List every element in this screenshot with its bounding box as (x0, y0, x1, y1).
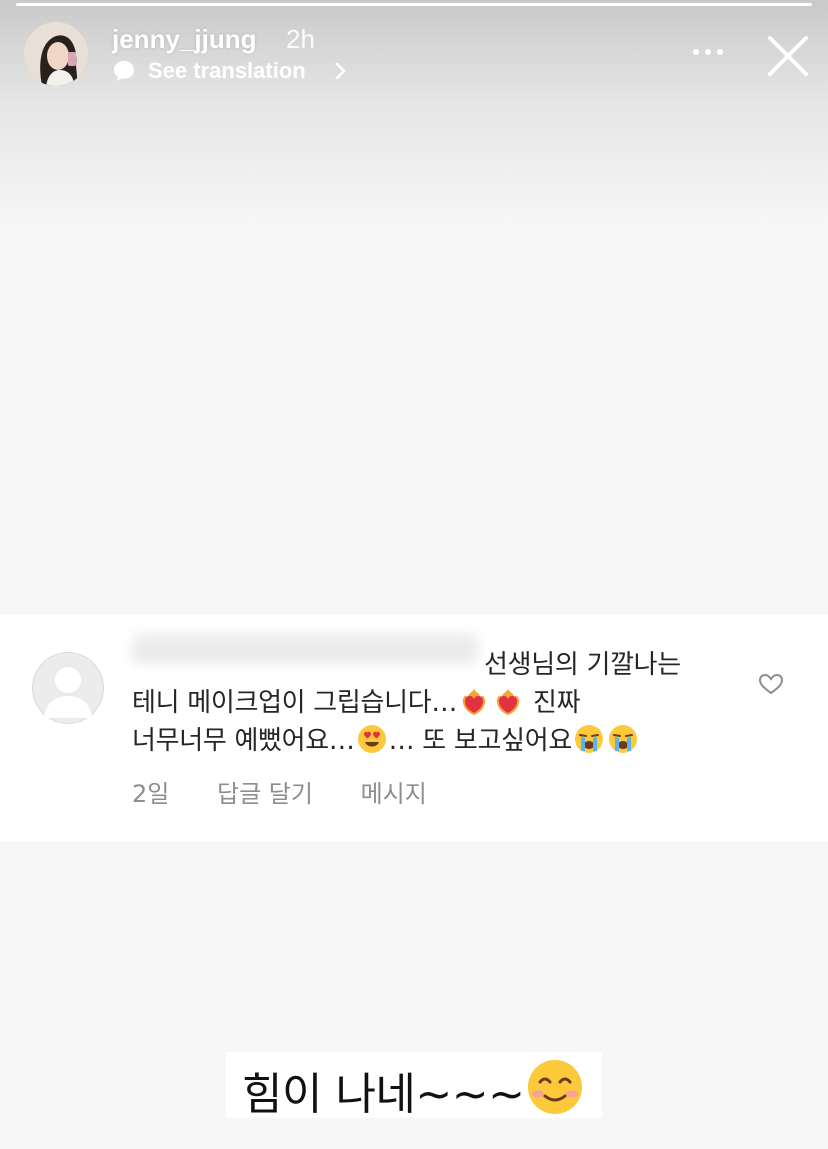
comment-line-2-text: 테니 메이크업이 그립습니다… (132, 688, 458, 718)
more-horizontal-icon[interactable] (690, 44, 726, 60)
story-progress-bar (16, 3, 812, 6)
heart-eyes-emoji (357, 725, 386, 753)
story-time: 2h (286, 24, 315, 54)
comment-time: 2일 (132, 780, 170, 808)
comment-line-2-tail: 진짜 (533, 688, 581, 718)
caption-text: 힘이 나네~~~ (242, 1069, 525, 1120)
story-caption: 힘이 나네~~~ (226, 1052, 602, 1120)
avatar-image (24, 22, 88, 86)
smiling-face-emoji (528, 1060, 582, 1114)
heart-on-fire-emoji (496, 689, 520, 715)
translate-bubble-icon (114, 61, 134, 81)
story-username[interactable]: jenny_jjung (112, 24, 256, 55)
default-user-icon (44, 667, 92, 718)
crying-face-emoji (608, 725, 637, 753)
crying-face-emoji (574, 725, 603, 753)
heart-on-fire-emoji (462, 689, 486, 715)
chevron-right-icon (335, 62, 346, 80)
comment-line-3-text: 너무너무 예뻤어요… (132, 726, 355, 756)
avatar[interactable] (24, 22, 88, 86)
comment-line-3-tail: … 또 보고싶어요 (388, 726, 573, 756)
comment-line-2: 테니 메이크업이 그립습니다… 진짜 (132, 684, 732, 722)
comment-message-link: 메시지 (360, 780, 427, 808)
comment-avatar (32, 652, 104, 724)
heart-outline-icon (758, 673, 784, 695)
comment-reply-link: 답글 달기 (217, 780, 313, 808)
comment-text: 선생님의 기깔나는 테니 메이크업이 그립습니다… 진짜 너무너무 예뻤어요… …… (132, 646, 732, 760)
see-translation-label: See translation (148, 58, 306, 83)
comment-meta: 2일 답글 달기 메시지 (132, 774, 467, 809)
close-icon[interactable] (766, 34, 810, 78)
story-progress-fill (16, 3, 812, 6)
comment-screenshot: 선생님의 기깔나는 테니 메이크업이 그립습니다… 진짜 너무너무 예뻤어요… …… (0, 614, 828, 842)
comment-line-1: 선생님의 기깔나는 (484, 650, 681, 680)
comment-line-3: 너무너무 예뻤어요… … 또 보고싶어요 (132, 722, 732, 760)
